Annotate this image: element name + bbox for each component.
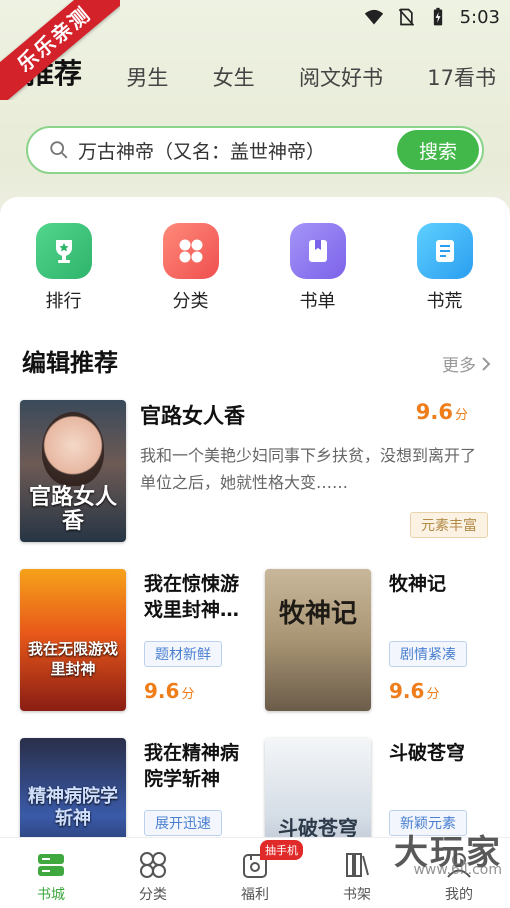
corner-ribbon: 乐乐亲测 [0, 0, 120, 100]
quick-booklist-label: 书单 [299, 291, 336, 312]
featured-tag: 元素丰富 [410, 512, 488, 538]
featured-score: 9.6 分 [415, 400, 468, 424]
more-label: 更多 [442, 356, 476, 376]
featured-cover: 官路女人香 [20, 400, 126, 542]
tab-male[interactable]: 男生 [126, 62, 168, 92]
quick-rank-label: 排行 [45, 291, 82, 312]
tab-yuewen[interactable]: 阅文好书 [299, 62, 383, 92]
featured-book[interactable]: 官路女人香 官路女人香 9.6 分 我和一个美艳少妇同事下乡扶贫，没想到离开了单位… [20, 400, 490, 542]
nav-bookshelf[interactable]: 书架 [306, 838, 408, 908]
status-time: 5:03 [459, 6, 500, 28]
bookshelf-icon [346, 853, 369, 877]
nav-category[interactable]: 分类 [102, 838, 204, 908]
quick-category-label: 分类 [172, 291, 209, 312]
quick-rank[interactable]: 排行 [0, 223, 127, 313]
featured-description: 我和一个美艳少妇同事下乡扶贫，没想到离开了单位之后，她就性格大变…… [140, 446, 477, 492]
nav-bookshelf-label: 书架 [343, 887, 371, 903]
content-card: 排行 分类 书单 书荒 编辑推荐 更多 官路女人香 官路女人香 9.6 分 我和… [0, 197, 510, 880]
grid-book-2[interactable]: 牧神记 牧神记 剧情紧凑 9.6 分 [265, 569, 505, 714]
tab-female[interactable]: 女生 [213, 62, 255, 92]
quick-bookshortage[interactable]: 书荒 [381, 223, 508, 313]
book-cover-text: 精神病院学斩神 [28, 786, 118, 829]
grid-icon [162, 223, 219, 279]
wifi-icon [364, 9, 383, 25]
ribbon-text: 乐乐亲测 [0, 0, 120, 100]
search-input[interactable]: 万古神帝（又名：盖世神帝） [78, 137, 397, 164]
nav-welfare[interactable]: 福利 抽手机 [204, 838, 306, 908]
quick-category[interactable]: 分类 [127, 223, 254, 313]
book-cover: 我在无限游戏里封神 [20, 569, 126, 711]
quick-entries: 排行 分类 书单 书荒 [0, 223, 510, 313]
tab-17kan[interactable]: 17看书 [427, 62, 496, 92]
book-title: 我在惊悚游戏里封神… [144, 573, 240, 621]
grid-book-1[interactable]: 我在无限游戏里封神 我在惊悚游戏里封神… 题材新鲜 9.6 分 [20, 569, 260, 714]
watermark-url: www.6ll.com [413, 862, 502, 878]
no-sim-icon [398, 8, 414, 26]
battery-charging-icon [433, 7, 442, 26]
chevron-right-icon [482, 356, 491, 371]
book-cover: 牧神记 [265, 569, 371, 711]
quick-booklist[interactable]: 书单 [254, 223, 381, 313]
nav-profile-label: 我的 [445, 887, 473, 903]
nav-bookstore[interactable]: 书城 [0, 838, 102, 908]
bookstore-icon [38, 854, 64, 876]
more-link[interactable]: 更多 [442, 351, 492, 376]
search-bar[interactable]: 万古神帝（又名：盖世神帝） 搜索 [26, 126, 484, 174]
book-icon [416, 223, 473, 279]
book-score: 9.6 分 [389, 679, 440, 703]
nav-welfare-label: 福利 [241, 887, 269, 903]
book-tag: 展开迅速 [144, 810, 222, 836]
nav-bookstore-label: 书城 [37, 887, 65, 903]
search-icon [50, 141, 68, 159]
trophy-icon [35, 223, 92, 279]
quick-bookshortage-label: 书荒 [426, 291, 463, 312]
category-icon [140, 852, 166, 878]
welfare-badge: 抽手机 [260, 840, 303, 860]
book-tag: 剧情紧凑 [389, 641, 467, 667]
booklist-icon [289, 223, 346, 279]
book-cover-text: 我在无限游戏里封神 [27, 640, 118, 678]
status-bar: 5:03 [364, 4, 500, 30]
book-score: 9.6 分 [144, 679, 195, 703]
book-tag: 题材新鲜 [144, 641, 222, 667]
section-title: 编辑推荐 [22, 349, 118, 377]
book-title: 斗破苍穹 [389, 742, 466, 764]
book-title: 我在精神病院学斩神 [144, 742, 240, 790]
search-button[interactable]: 搜索 [397, 130, 479, 170]
featured-cover-text: 官路女人香 [28, 485, 117, 534]
cover-portrait [42, 412, 104, 486]
nav-category-label: 分类 [139, 887, 167, 903]
book-cover-text: 牧神记 [278, 599, 357, 629]
featured-title: 官路女人香 [140, 404, 245, 428]
book-title: 牧神记 [389, 573, 447, 595]
